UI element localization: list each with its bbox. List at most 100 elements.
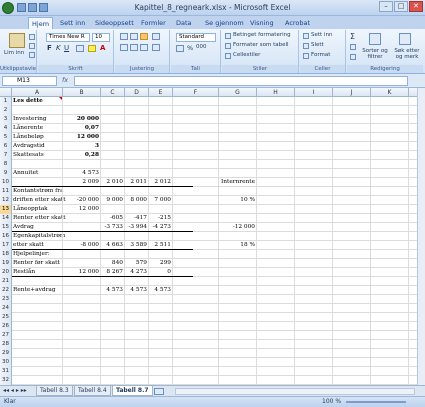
row-header[interactable]: 30 [0,358,12,367]
column-header[interactable]: B [63,88,101,97]
cell-a6[interactable]: Avdragstid [13,142,45,151]
cell-d22[interactable]: 4 573 [126,286,147,295]
font-color-icon[interactable]: A [100,44,105,52]
cell-g17[interactable]: 18 % [220,241,255,250]
autosum-button[interactable]: Σ [350,32,355,41]
row-header[interactable]: 13 [0,205,12,214]
sheet-tab-8-4[interactable]: Tabell 8.4 [74,386,111,396]
cell-a18[interactable]: Hjelpelinjer: [13,250,50,259]
insert-sheet-icon[interactable] [154,388,164,395]
row-header[interactable]: 14 [0,214,12,223]
find-select-button[interactable]: Søk etter og merk [392,48,422,60]
merge-center-icon[interactable] [152,44,160,51]
fill-color-icon[interactable] [88,45,96,52]
row-header[interactable]: 31 [0,367,12,376]
row-header[interactable]: 15 [0,223,12,232]
column-header[interactable]: E [149,88,173,97]
maximize-button[interactable]: □ [394,1,408,12]
conditional-format-button[interactable]: Betinget formatering [233,32,291,38]
clear-icon[interactable] [350,54,356,60]
row-header[interactable]: 32 [0,376,12,385]
row-header[interactable]: 23 [0,295,12,304]
italic-button[interactable]: K [56,44,61,52]
cell-c19[interactable]: 840 [102,259,123,268]
format-cells-button[interactable]: Format [311,52,330,58]
row-header[interactable]: 8 [0,160,12,169]
cell-a4[interactable]: Lånerente [13,124,43,133]
cell-a5[interactable]: Lånebeløp [13,133,44,142]
cell-c12[interactable]: 9 000 [102,196,123,205]
name-box[interactable]: M13 [2,76,57,86]
column-header[interactable]: H [257,88,295,97]
wrap-text-icon[interactable] [152,33,160,40]
cell-g12[interactable]: 10 % [220,196,255,205]
cell-e14[interactable]: -215 [150,214,171,223]
insert-cells-button[interactable]: Sett inn [311,32,332,38]
row-header[interactable]: 25 [0,313,12,322]
cell-c22[interactable]: 4 573 [102,286,123,295]
cell-d19[interactable]: 579 [126,259,147,268]
column-header[interactable]: A [12,88,63,97]
cell-b12[interactable]: -20 000 [64,196,99,205]
cell-e22[interactable]: 4 573 [150,286,171,295]
copy-icon[interactable] [29,43,35,49]
vertical-scrollbar[interactable] [417,88,425,385]
zoom-slider[interactable] [346,401,406,403]
cell-b4[interactable]: 0,07 [64,124,99,133]
formula-input[interactable] [74,76,408,86]
worksheet-grid[interactable]: ABCDEFGHIJK 1 Les dette 2 3 Investering 20 00… [0,88,417,385]
column-header[interactable]: J [333,88,371,97]
paste-button[interactable]: Lim inn [4,50,24,56]
format-painter-icon[interactable] [29,52,35,58]
sheet-tab-8-3[interactable]: Tabell 8.3 [36,386,73,396]
close-button[interactable]: ✕ [409,1,423,12]
fx-icon[interactable]: fx [62,76,68,84]
row-header[interactable]: 3 [0,115,12,124]
align-center-icon[interactable] [130,44,138,51]
align-left-icon[interactable] [120,44,128,51]
column-header[interactable]: D [125,88,149,97]
cell-a7[interactable]: Skattesats [13,151,44,160]
paste-icon[interactable] [9,33,25,48]
row-header[interactable]: 24 [0,304,12,313]
cell-styles-button[interactable]: Cellestiler [233,52,260,58]
tab-hjem[interactable]: Hjem [28,17,54,29]
row-header[interactable]: 1 [0,97,12,106]
cell-a13[interactable]: Låneopptak [13,205,48,214]
row-header[interactable]: 11 [0,187,12,196]
cell-a1[interactable]: Les dette [13,97,43,106]
percent-button[interactable]: % [187,44,193,52]
cell-b3[interactable]: 20 000 [64,115,99,124]
row-header[interactable]: 16 [0,232,12,241]
row-header[interactable]: 5 [0,133,12,142]
sheet-tab-8-7[interactable]: Tabell 8.7 [112,386,153,396]
tab-acrobat[interactable]: Acrobat [285,17,310,29]
column-header[interactable]: G [219,88,257,97]
cell-a12[interactable]: driften etter skatt [13,196,66,205]
horizontal-scrollbar[interactable] [175,388,415,395]
tab-sett-inn[interactable]: Sett inn [60,17,85,29]
sort-filter-button[interactable]: Sorter og filtrer [362,48,388,60]
row-header[interactable]: 17 [0,241,12,250]
format-table-button[interactable]: Formater som tabell [233,42,289,48]
fill-icon[interactable] [350,44,356,50]
cell-b6[interactable]: 3 [64,142,99,151]
cell-a11[interactable]: Kontantstrøm fra [13,187,64,196]
font-name-select[interactable]: Times New R [46,33,90,42]
row-header[interactable]: 26 [0,322,12,331]
cell-c14[interactable]: -605 [102,214,123,223]
column-header[interactable]: F [173,88,219,97]
tab-formler[interactable]: Formler [141,17,166,29]
cell-b13[interactable]: 12 000 [64,205,99,214]
cut-icon[interactable] [29,34,35,40]
cell-a19[interactable]: Renter før skatt [13,259,60,268]
cell-e12[interactable]: 7 000 [150,196,171,205]
cell-b5[interactable]: 12 000 [64,133,99,142]
row-header[interactable]: 20 [0,268,12,277]
cell-a3[interactable]: Investering [13,115,47,124]
number-format-select[interactable]: Standard [176,33,216,42]
cell-g10[interactable]: Internrente [220,178,255,187]
select-all-corner[interactable] [0,88,12,97]
sheet-nav-arrows[interactable]: ◂◂ ◂ ▸ ▸▸ [3,387,27,394]
row-header[interactable]: 2 [0,106,12,115]
